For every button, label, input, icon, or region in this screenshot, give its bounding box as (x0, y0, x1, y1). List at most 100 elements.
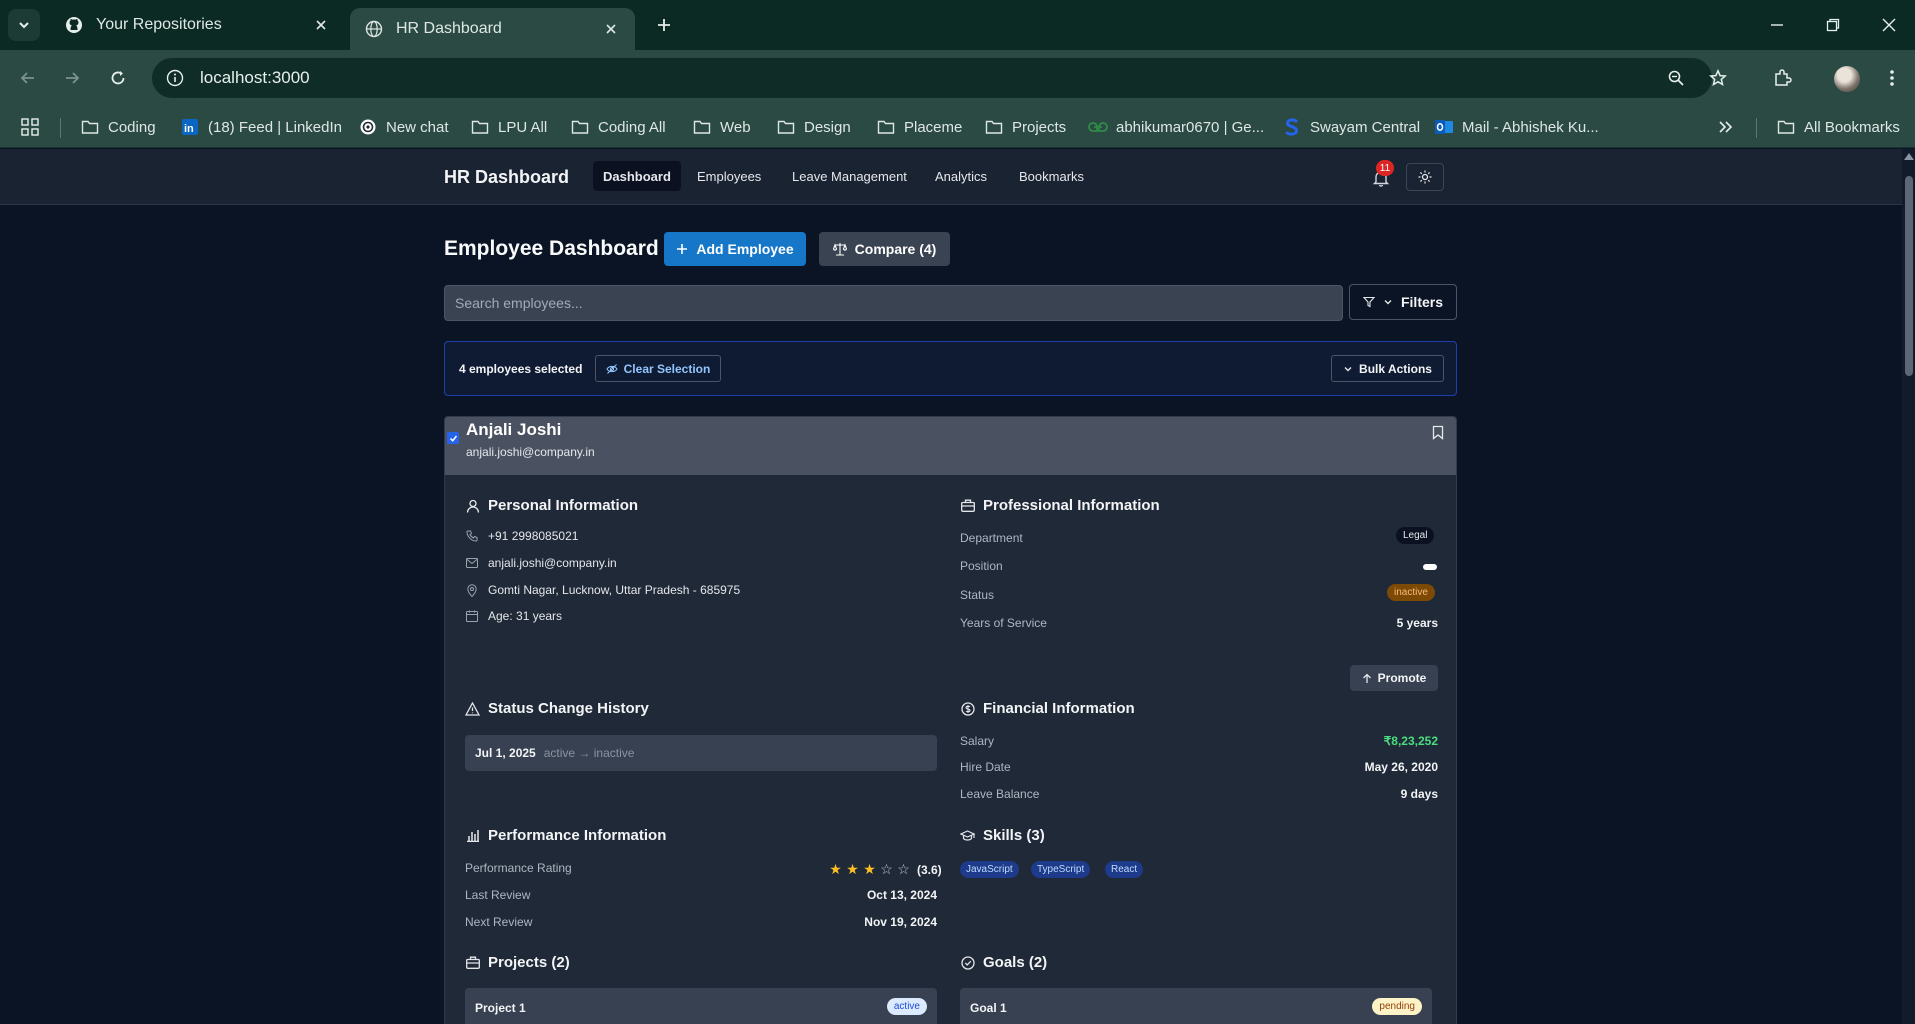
back-arrow-icon[interactable] (14, 64, 42, 92)
nav-dashboard[interactable]: Dashboard (593, 161, 681, 191)
site-info-icon[interactable] (164, 67, 186, 89)
window-close-icon[interactable] (1874, 10, 1904, 40)
professional-info-heading: Professional Information (960, 497, 1160, 514)
minimize-icon[interactable] (1762, 10, 1792, 40)
star-bookmark-icon[interactable] (1706, 66, 1730, 90)
close-icon[interactable] (601, 19, 621, 39)
promote-button[interactable]: Promote (1350, 665, 1438, 691)
bookmark-linkedin[interactable]: in (18) Feed | LinkedIn (180, 115, 342, 139)
bookmark-label: Web (720, 118, 751, 136)
close-icon[interactable] (311, 15, 331, 35)
folder-icon (984, 117, 1004, 137)
filters-button[interactable]: Filters (1349, 284, 1457, 320)
salary-value: ₹8,23,252 (1383, 734, 1438, 748)
project-name: Project 1 (475, 1001, 526, 1015)
bookmark-label: (18) Feed | LinkedIn (208, 118, 342, 136)
folder-icon (776, 117, 796, 137)
email-row: anjali.joshi@company.in (465, 556, 617, 570)
bookmark-label: Mail - Abhishek Ku... (1462, 118, 1599, 136)
github-icon (64, 15, 84, 35)
omnibox[interactable]: localhost:3000 (152, 58, 1727, 98)
nav-employees[interactable]: Employees (687, 161, 771, 191)
calendar-icon (465, 610, 478, 623)
employee-card: Anjali Joshi anjali.joshi@company.in Per… (444, 416, 1457, 1024)
eye-off-icon (606, 363, 618, 374)
zoom-icon[interactable] (1664, 66, 1688, 90)
history-change: active → inactive (543, 746, 635, 760)
bookmark-new-chat[interactable]: New chat (358, 115, 449, 139)
bulk-actions-button[interactable]: Bulk Actions (1331, 355, 1444, 382)
new-tab-plus-icon[interactable] (652, 13, 676, 37)
bookmark-placeme[interactable]: Placeme (876, 115, 962, 139)
star-filled-icon: ★ (863, 861, 876, 877)
bookmark-swayam[interactable]: Swayam Central (1282, 115, 1420, 139)
more-menu-icon[interactable] (1878, 64, 1906, 92)
bookmark-web[interactable]: Web (692, 115, 751, 139)
bookmark-projects[interactable]: Projects (984, 115, 1066, 139)
folder-icon (570, 117, 590, 137)
bookmark-mail[interactable]: Mail - Abhishek Ku... (1434, 115, 1599, 139)
email-value: anjali.joshi@company.in (488, 556, 617, 570)
theme-toggle-button[interactable] (1406, 163, 1444, 191)
phone-icon (465, 530, 478, 543)
age-value: Age: 31 years (488, 609, 563, 623)
scrollbar-thumb[interactable] (1905, 176, 1913, 376)
reload-icon[interactable] (104, 64, 132, 92)
phone-row: +91 2998085021 (465, 529, 578, 543)
check-circle-icon (960, 955, 975, 970)
bookmark-design[interactable]: Design (776, 115, 851, 139)
apps-grid-icon[interactable] (20, 115, 40, 139)
linkedin-icon: in (180, 117, 200, 137)
bookmark-coding-all[interactable]: Coding All (570, 115, 666, 139)
project-item[interactable]: Project 1 active (465, 988, 937, 1024)
top-navbar: HR Dashboard Dashboard Employees Leave M… (0, 149, 1902, 205)
section-title: Status Change History (488, 700, 649, 717)
bookmark-label: abhikumar0670 | Ge... (1116, 118, 1265, 136)
brand-title[interactable]: HR Dashboard (444, 167, 569, 188)
extensions-icon[interactable] (1768, 64, 1796, 92)
plus-icon (677, 244, 688, 254)
section-title: Skills (3) (983, 827, 1045, 844)
section-title: Financial Information (983, 700, 1135, 717)
app-viewport: HR Dashboard Dashboard Employees Leave M… (0, 149, 1902, 1024)
hire-date-value: May 26, 2020 (1364, 760, 1438, 774)
forward-arrow-icon[interactable] (58, 64, 86, 92)
add-employee-button[interactable]: Add Employee (664, 232, 806, 266)
svg-text:in: in (184, 123, 194, 135)
goal-status-badge: pending (1372, 998, 1422, 1015)
nav-bookmarks[interactable]: Bookmarks (1009, 161, 1094, 191)
more-bookmarks-chevron-icon[interactable] (1718, 115, 1734, 139)
skill-tag: TypeScript (1031, 861, 1091, 878)
address-value: Gomti Nagar, Lucknow, Uttar Pradesh - 68… (488, 583, 741, 597)
profile-avatar[interactable] (1834, 66, 1860, 92)
all-bookmarks[interactable]: All Bookmarks (1776, 115, 1900, 139)
star-filled-icon: ★ (846, 861, 859, 877)
arrow-up-icon (1362, 673, 1371, 683)
clear-selection-button[interactable]: Clear Selection (595, 355, 721, 382)
compare-button[interactable]: Compare (4) (819, 232, 950, 266)
sun-icon (1418, 170, 1432, 184)
clear-selection-label: Clear Selection (623, 361, 711, 376)
search-input[interactable] (444, 285, 1343, 321)
bookmark-icon[interactable] (1430, 423, 1446, 441)
tab-your-repositories[interactable]: Your Repositories (50, 8, 345, 42)
promote-label: Promote (1377, 671, 1427, 685)
employee-name[interactable]: Anjali Joshi (466, 420, 561, 440)
employee-card-header: Anjali Joshi anjali.joshi@company.in (445, 417, 1456, 475)
scroll-up-arrow-icon[interactable] (1904, 153, 1914, 160)
restore-icon[interactable] (1818, 10, 1848, 40)
goal-item[interactable]: Goal 1 pending (960, 988, 1432, 1024)
tab-hr-dashboard[interactable]: HR Dashboard (350, 8, 635, 50)
nav-leave-management[interactable]: Leave Management (782, 161, 917, 191)
skills-heading: Skills (3) (960, 827, 1045, 844)
select-employee-checkbox[interactable] (447, 432, 459, 444)
tab-title: Your Repositories (96, 16, 222, 33)
briefcase-icon (465, 955, 480, 970)
tab-list-button[interactable] (8, 9, 40, 41)
bookmarks-divider (60, 118, 61, 138)
bookmark-lpu-all[interactable]: LPU All (470, 115, 547, 139)
bookmark-geeksforgeeks[interactable]: abhikumar0670 | Ge... (1088, 115, 1264, 139)
nav-analytics[interactable]: Analytics (925, 161, 997, 191)
bookmark-coding[interactable]: Coding (80, 115, 156, 139)
last-review-value: Oct 13, 2024 (866, 888, 937, 902)
